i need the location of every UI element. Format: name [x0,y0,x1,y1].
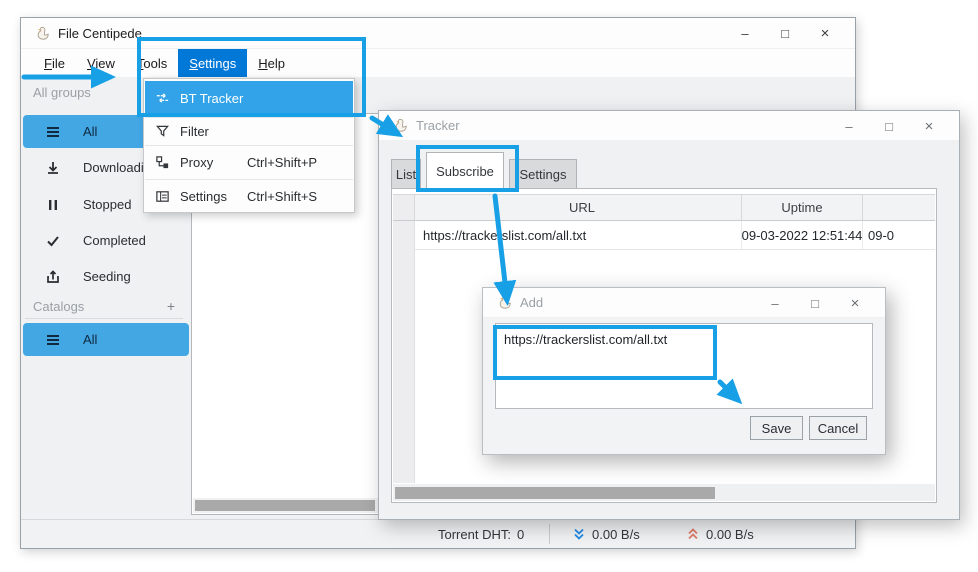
download-speed-value: 0.00 B/s [592,527,640,542]
cancel-button[interactable]: Cancel [809,416,867,440]
menu-item-filter[interactable]: Filter [145,117,353,145]
sidebar-item-completed[interactable]: Completed [23,224,189,257]
tracker-swap-arrows-icon [155,91,170,106]
catalogs-section: Catalogs + [23,295,189,317]
menu-lines-icon [45,332,61,348]
tab-settings[interactable]: Settings [509,159,577,189]
maximize-icon[interactable]: □ [869,119,909,134]
pause-icon [45,197,61,213]
sidebar-item-label: Seeding [83,269,131,284]
menu-file[interactable]: File [33,49,76,77]
tracker-url-input[interactable]: https://trackerslist.com/all.txt [495,323,873,409]
close-icon[interactable]: × [805,25,845,42]
menu-item-bt-tracker[interactable]: BT Tracker [145,81,353,115]
close-icon[interactable]: × [909,118,949,135]
status-bar: Torrent DHT: 0 0.00 B/s 0.00 B/s [21,519,855,548]
upload-icon [45,269,61,285]
main-window-controls: – □ × [725,18,845,49]
menu-view[interactable]: View [76,49,126,77]
sidebar-item-label: Stopped [83,197,131,212]
menu-lines-icon [45,124,61,140]
menu-tools[interactable]: Tools [126,49,178,77]
menu-help[interactable]: Help [247,49,296,77]
menu-item-label: Proxy [180,155,213,170]
close-icon[interactable]: × [835,295,875,312]
menu-item-settings[interactable]: Settings Ctrl+Shift+S [145,179,353,213]
minimize-icon[interactable]: – [755,296,795,311]
dht-status: Torrent DHT: 0 [438,520,524,548]
column-header-uptime[interactable]: Uptime [742,195,863,220]
url-cell: https://trackerslist.com/all.txt [415,221,742,249]
main-titlebar: File Centipede – □ × [21,18,855,49]
sidebar-item-label: Completed [83,233,146,248]
sidebar-divider [25,318,183,319]
tracker-window-controls: – □ × [829,111,949,142]
uptime-cell: 09-03-2022 12:51:44 [742,221,863,249]
dht-value: 0 [517,527,524,542]
minimize-icon[interactable]: – [829,119,869,134]
table-row[interactable]: 1 https://trackerslist.com/all.txt 09-03… [393,221,935,250]
app-title: File Centipede [58,26,142,41]
column-header-clipped [863,195,935,220]
download-speed: 0.00 B/s [572,520,640,548]
clipped-cell: 09-0 [863,221,935,249]
menu-settings[interactable]: Settings [178,49,247,77]
app-icon [393,118,408,133]
column-header-num [393,195,415,220]
add-dialog-window-controls: – □ × [755,288,875,319]
menu-item-label: BT Tracker [180,91,243,106]
upload-speed-value: 0.00 B/s [706,527,754,542]
add-dialog-title: Add [520,295,543,310]
double-down-chevron-icon [572,527,586,541]
settings-form-icon [155,189,170,204]
menu-bar: File View Tools Settings Help [21,49,855,77]
proxy-network-icon [155,155,170,170]
settings-dropdown-menu: BT Tracker Filter Proxy Ctrl+Shift+P Set… [143,78,355,213]
menu-item-label: Filter [180,124,209,139]
dht-label: Torrent DHT: [438,527,511,542]
sidebar-item-label: All [83,124,97,139]
double-up-chevron-icon [686,527,700,541]
menu-item-label: Settings [180,189,227,204]
upload-speed: 0.00 B/s [686,520,754,548]
menu-item-proxy[interactable]: Proxy Ctrl+Shift+P [145,145,353,179]
add-dialog: Add – □ × https://trackerslist.com/all.t… [482,287,886,455]
filter-funnel-icon [155,124,170,139]
scrollbar-thumb[interactable] [195,500,375,511]
tab-list[interactable]: List [391,159,421,189]
minimize-icon[interactable]: – [725,26,765,41]
menu-item-shortcut: Ctrl+Shift+S [247,189,317,204]
tracker-titlebar: Tracker – □ × [379,111,959,141]
sidebar-item-seeding[interactable]: Seeding [23,260,189,293]
status-divider [549,524,550,544]
add-dialog-titlebar: Add – □ × [483,288,885,318]
tracker-tabs: List Subscribe Settings [391,151,582,189]
catalogs-label: Catalogs [33,299,84,314]
tracker-title: Tracker [416,118,460,133]
screenshot-canvas: File Centipede – □ × File View Tools Set… [0,0,978,572]
save-button[interactable]: Save [750,416,803,440]
sidebar-catalog-item-all[interactable]: All [23,323,189,356]
table-header: URL Uptime [393,194,935,221]
add-catalog-button[interactable]: + [167,298,175,314]
column-header-url[interactable]: URL [415,195,742,220]
tracker-horizontal-scrollbar[interactable] [393,484,935,501]
tab-subscribe[interactable]: Subscribe [426,152,504,189]
download-icon [45,160,61,176]
row-number-column [393,221,415,483]
check-icon [45,233,61,249]
app-icon [497,295,512,310]
scrollbar-thumb[interactable] [395,487,715,499]
sidebar-item-label: All [83,332,97,347]
maximize-icon[interactable]: □ [795,296,835,311]
maximize-icon[interactable]: □ [765,26,805,41]
menu-item-shortcut: Ctrl+Shift+P [247,155,317,170]
app-icon [35,26,50,41]
